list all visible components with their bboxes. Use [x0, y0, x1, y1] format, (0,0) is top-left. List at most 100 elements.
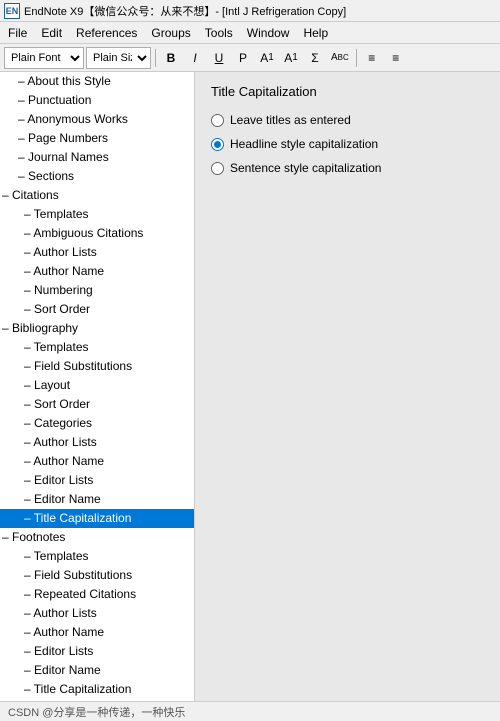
tree-item-bibliography-title-capitalization[interactable]: – Title Capitalization [0, 509, 194, 528]
size-select[interactable]: Plain Size [86, 47, 151, 69]
tree-item-about-this-style[interactable]: – About this Style [0, 72, 194, 91]
menu-item-edit[interactable]: Edit [35, 24, 68, 42]
tree-item-figures-tables[interactable]: – Figures & Tables [0, 699, 194, 701]
tree-item-bibliography-author-name[interactable]: – Author Name [0, 452, 194, 471]
right-panel: Title Capitalization Leave titles as ent… [195, 72, 500, 701]
menu-item-groups[interactable]: Groups [145, 24, 196, 42]
plain-button[interactable]: P [232, 47, 254, 69]
dash-icon: – [24, 644, 34, 658]
tree-item-citations[interactable]: – Citations [0, 186, 194, 205]
panel-title: Title Capitalization [211, 84, 484, 99]
tree-item-repeated-citations[interactable]: – Repeated Citations [0, 585, 194, 604]
tree-item-bibliography-sort-order[interactable]: – Sort Order [0, 395, 194, 414]
dash-icon: – [18, 112, 27, 126]
tree-item-ambiguous-citations[interactable]: – Ambiguous Citations [0, 224, 194, 243]
dash-icon: – [24, 606, 33, 620]
dash-icon: – [18, 150, 28, 164]
tree-item-categories[interactable]: – Categories [0, 414, 194, 433]
tree-item-bibliography-editor-lists[interactable]: – Editor Lists [0, 471, 194, 490]
tree-item-citations-author-name[interactable]: – Author Name [0, 262, 194, 281]
menu-item-window[interactable]: Window [241, 24, 296, 42]
dash-icon: – [24, 340, 34, 354]
tree-item-bibliography[interactable]: – Bibliography [0, 319, 194, 338]
italic-button[interactable]: I [184, 47, 206, 69]
tree-item-footnotes-field-substitutions[interactable]: – Field Substitutions [0, 566, 194, 585]
tree-item-numbering[interactable]: – Numbering [0, 281, 194, 300]
dash-icon: – [24, 264, 33, 278]
tree-item-footnotes-editor-lists[interactable]: – Editor Lists [0, 642, 194, 661]
radio-circle-leave-titles [211, 114, 224, 127]
tree-item-bibliography-templates[interactable]: – Templates [0, 338, 194, 357]
dash-icon: – [24, 492, 34, 506]
title-bar: EN EndNote X9【微信公众号：从来不想】- [Intl J Refri… [0, 0, 500, 22]
dash-icon: – [18, 74, 27, 88]
dash-icon: – [24, 378, 34, 392]
tree-item-footnotes-title-capitalization[interactable]: – Title Capitalization [0, 680, 194, 699]
menu-item-tools[interactable]: Tools [199, 24, 239, 42]
dash-icon: – [24, 682, 34, 696]
dash-icon: – [18, 93, 28, 107]
tree-item-footnotes-editor-name[interactable]: – Editor Name [0, 661, 194, 680]
dash-icon: – [24, 587, 34, 601]
dash-icon: – [24, 435, 33, 449]
radio-option-sentence-style[interactable]: Sentence style capitalization [211, 161, 484, 175]
dash-icon: – [24, 207, 34, 221]
status-bar: CSDN @分享是一种传递，一种快乐 [0, 701, 500, 721]
dash-icon: – [18, 169, 28, 183]
tree-item-footnotes[interactable]: – Footnotes [0, 528, 194, 547]
tree-item-page-numbers[interactable]: – Page Numbers [0, 129, 194, 148]
dash-icon: – [24, 416, 34, 430]
dash-icon: – [24, 454, 33, 468]
radio-label-leave-titles: Leave titles as entered [230, 113, 351, 127]
menu-item-file[interactable]: File [2, 24, 33, 42]
dash-icon: – [24, 473, 34, 487]
tree-item-footnotes-author-name[interactable]: – Author Name [0, 623, 194, 642]
menu-item-help[interactable]: Help [297, 24, 334, 42]
sigma-button[interactable]: Σ [304, 47, 326, 69]
align-left-button[interactable]: ≡ [361, 47, 383, 69]
tree-item-bibliography-editor-name[interactable]: – Editor Name [0, 490, 194, 509]
subscript-button[interactable]: A1 [280, 47, 302, 69]
tree-item-bibliography-author-lists[interactable]: – Author Lists [0, 433, 194, 452]
radio-circle-sentence-style [211, 162, 224, 175]
toolbar-separator-2 [356, 49, 357, 67]
toolbar: Plain Font Plain Size B I U P A1 A1 Σ AB… [0, 44, 500, 72]
dash-icon: – [24, 226, 33, 240]
dash-icon: – [24, 302, 34, 316]
tree-item-journal-names[interactable]: – Journal Names [0, 148, 194, 167]
radio-circle-headline-style [211, 138, 224, 151]
tree-item-bibliography-field-substitutions[interactable]: – Field Substitutions [0, 357, 194, 376]
radio-label-headline-style: Headline style capitalization [230, 137, 378, 151]
dash-icon: – [2, 530, 12, 544]
tree-item-citations-sort-order[interactable]: – Sort Order [0, 300, 194, 319]
underline-button[interactable]: U [208, 47, 230, 69]
bold-button[interactable]: B [160, 47, 182, 69]
radio-option-headline-style[interactable]: Headline style capitalization [211, 137, 484, 151]
dash-icon: – [24, 568, 34, 582]
toolbar-separator [155, 49, 156, 67]
radio-group: Leave titles as entered Headline style ca… [211, 113, 484, 175]
tree-item-anonymous-works[interactable]: – Anonymous Works [0, 110, 194, 129]
align-right-button[interactable]: ≡ [385, 47, 407, 69]
dash-icon: – [24, 511, 34, 525]
dash-icon: – [18, 131, 28, 145]
tree-item-footnotes-templates[interactable]: – Templates [0, 547, 194, 566]
tree-item-citations-templates[interactable]: – Templates [0, 205, 194, 224]
tree-item-sections[interactable]: – Sections [0, 167, 194, 186]
menu-item-references[interactable]: References [70, 24, 143, 42]
dash-icon: – [24, 549, 34, 563]
radio-option-leave-titles[interactable]: Leave titles as entered [211, 113, 484, 127]
superscript-button[interactable]: A1 [256, 47, 278, 69]
title-bar-text: EndNote X9【微信公众号：从来不想】- [Intl J Refriger… [24, 3, 346, 19]
tree-item-citations-author-lists[interactable]: – Author Lists [0, 243, 194, 262]
main-content: – About this Style– Punctuation– Anonymo… [0, 72, 500, 701]
app-icon: EN [4, 3, 20, 19]
font-select[interactable]: Plain Font [4, 47, 84, 69]
tree-item-layout[interactable]: – Layout [0, 376, 194, 395]
tree-item-footnotes-author-lists[interactable]: – Author Lists [0, 604, 194, 623]
menu-bar: FileEditReferencesGroupsToolsWindowHelp [0, 22, 500, 44]
dash-icon: – [24, 283, 34, 297]
smallcaps-button[interactable]: ABC [328, 47, 352, 69]
radio-label-sentence-style: Sentence style capitalization [230, 161, 381, 175]
tree-item-punctuation[interactable]: – Punctuation [0, 91, 194, 110]
